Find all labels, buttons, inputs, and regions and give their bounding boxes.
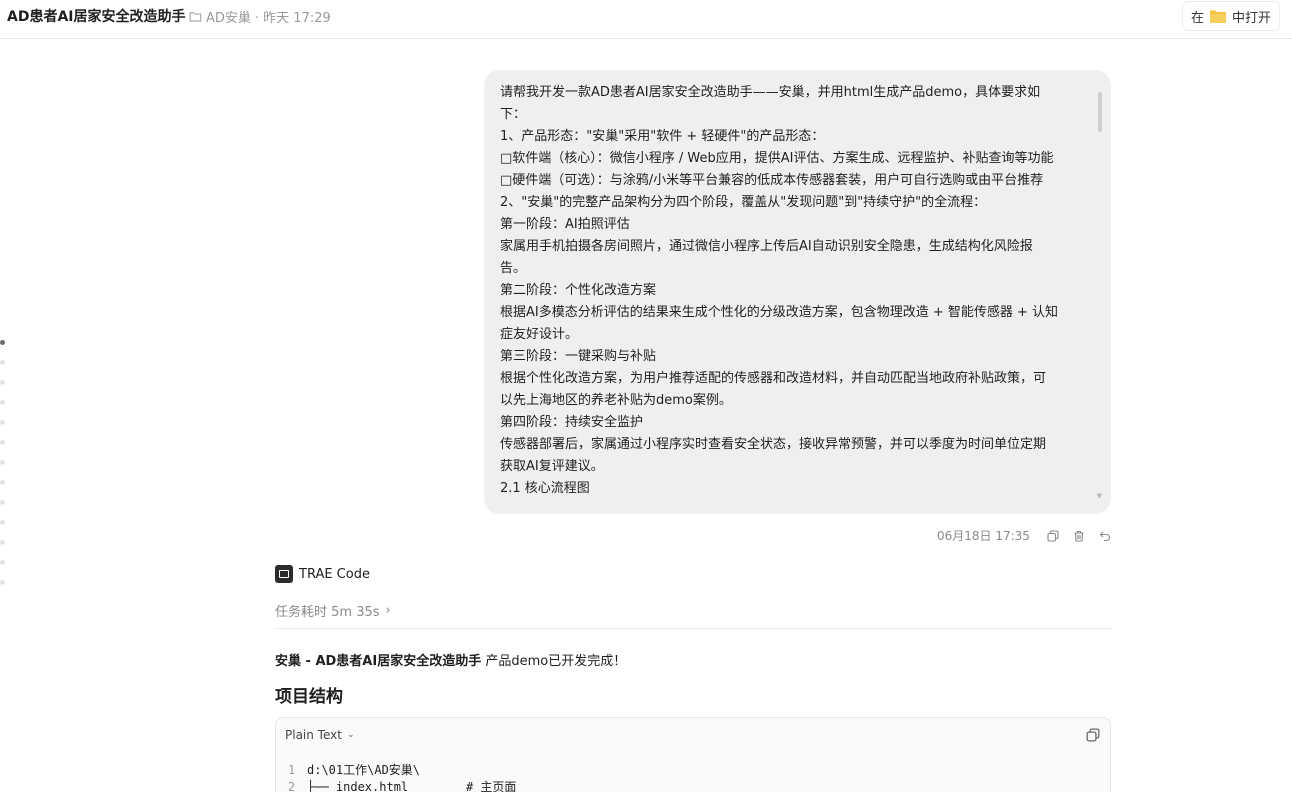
nav-dot[interactable] bbox=[0, 540, 5, 545]
nav-dot[interactable] bbox=[0, 420, 5, 425]
message-line: 获取AI复评建议。 bbox=[500, 459, 604, 474]
nav-dot[interactable] bbox=[0, 340, 5, 345]
nav-dot[interactable] bbox=[0, 440, 5, 445]
nav-dot[interactable] bbox=[0, 520, 5, 525]
chevron-right-icon: › bbox=[385, 603, 391, 618]
message-line: 传感器部署后，家属通过小程序实时查看安全状态，接收异常预警，并可以季度为时间单位… bbox=[500, 437, 1047, 452]
folder-name: AD安巢 bbox=[206, 11, 251, 26]
task-duration-toggle[interactable]: 任务耗时 5m 35s › bbox=[275, 601, 391, 620]
code-text: d:\01工作\AD安巢\ bbox=[307, 763, 421, 777]
folder-icon bbox=[1209, 10, 1226, 23]
task-duration: 任务耗时 5m 35s bbox=[275, 605, 380, 620]
nav-dot[interactable] bbox=[0, 380, 5, 385]
divider bbox=[275, 628, 1111, 629]
message-line: 告。 bbox=[500, 261, 527, 276]
section-heading: 项目结构 bbox=[275, 687, 343, 707]
message-line: 2、"安巢"的完整产品架构分为四个阶段，覆盖从"发现问题"到"持续守护"的全流程… bbox=[500, 195, 987, 210]
message-actions: 06月18日 17:35 bbox=[937, 527, 1112, 544]
code-block-header: Plain Text ⌄ bbox=[276, 718, 1110, 752]
folder-timestamp: · 昨天 17:29 bbox=[254, 11, 331, 26]
message-line: 请帮我开发一款AD患者AI居家安全改造助手——安巢，并用html生成产品demo… bbox=[500, 85, 1041, 100]
code-line: 2 ├── index.html # 主页面 bbox=[288, 779, 1110, 792]
message-line: □软件端（核心）：微信小程序 / Web应用，提供AI评估、方案生成、远程监护、… bbox=[500, 151, 1054, 166]
code-text: ├── index.html # 主页面 bbox=[307, 780, 517, 792]
message-line: 1、产品形态："安巢"采用"软件 + 轻硬件"的产品形态： bbox=[500, 129, 825, 144]
message-line: 症友好设计。 bbox=[500, 327, 579, 342]
line-number: 1 bbox=[288, 763, 296, 777]
code-language-select[interactable]: Plain Text ⌄ bbox=[285, 728, 355, 742]
completion-bold: 安巢 - AD患者AI居家安全改造助手 bbox=[275, 654, 482, 669]
message-line: 家属用手机拍摄各房间照片，通过微信小程序上传后AI自动识别安全隐患，生成结构化风… bbox=[500, 239, 1033, 254]
open-in-folder-button[interactable]: 在 中打开 bbox=[1181, 1, 1280, 31]
copy-icon[interactable] bbox=[1046, 529, 1060, 543]
message-line: 根据个性化改造方案，为用户推荐适配的传感器和改造材料，并自动匹配当地政府补贴政策… bbox=[500, 371, 1047, 386]
trash-icon[interactable] bbox=[1072, 529, 1086, 543]
nav-dot[interactable] bbox=[0, 460, 5, 465]
folder-meta: AD安巢 · 昨天 17:29 bbox=[189, 7, 331, 26]
code-line: 1 d:\01工作\AD安巢\ bbox=[288, 762, 1110, 779]
trae-logo-icon bbox=[275, 565, 293, 583]
message-line: □硬件端（可选）：与涂鸦/小米等平台兼容的低成本传感器套装，用户可自行选购或由平… bbox=[500, 173, 1044, 188]
nav-dot[interactable] bbox=[0, 560, 5, 565]
line-number: 2 bbox=[288, 780, 296, 792]
nav-dot[interactable] bbox=[0, 480, 5, 485]
message-time: 06月18日 17:35 bbox=[937, 529, 1030, 543]
message-line: 2.1 核心流程图 bbox=[500, 481, 590, 496]
chat-title: AD患者AI居家安全改造助手 bbox=[7, 9, 186, 25]
open-in-suffix: 中打开 bbox=[1231, 10, 1271, 26]
message-line: 根据AI多模态分析评估的结果来生成个性化的分级改造方案，包含物理改造 + 智能传… bbox=[500, 305, 1059, 320]
code-language: Plain Text bbox=[285, 728, 342, 742]
message-line: 以先上海地区的养老补贴为demo案例。 bbox=[500, 393, 732, 408]
copy-code-icon[interactable] bbox=[1086, 728, 1100, 742]
open-in-prefix: 在 bbox=[1190, 10, 1204, 26]
scroll-down-arrow-icon[interactable]: ▼ bbox=[1097, 492, 1102, 500]
message-line: 第一阶段：AI拍照评估 bbox=[500, 217, 630, 232]
nav-dot[interactable] bbox=[0, 500, 5, 505]
chevron-down-icon: ⌄ bbox=[346, 730, 355, 740]
assistant-name: TRAE Code bbox=[299, 566, 370, 582]
message-line: 第四阶段：持续安全监护 bbox=[500, 415, 644, 430]
completion-message: 安巢 - AD患者AI居家安全改造助手 产品demo已开发完成！ bbox=[275, 650, 626, 669]
nav-dot[interactable] bbox=[0, 360, 5, 365]
completion-text: 产品demo已开发完成！ bbox=[481, 654, 627, 669]
undo-icon[interactable] bbox=[1098, 529, 1112, 543]
message-line: 第三阶段：一键采购与补贴 bbox=[500, 349, 657, 364]
code-block: Plain Text ⌄ 1 d:\01工作\AD安巢\ 2 ├── index… bbox=[275, 717, 1111, 792]
bubble-scrollbar-thumb[interactable] bbox=[1098, 92, 1102, 132]
message-line: 下： bbox=[500, 107, 527, 122]
user-message-bubble[interactable]: 请帮我开发一款AD患者AI居家安全改造助手——安巢，并用html生成产品demo… bbox=[484, 70, 1111, 514]
assistant-header: TRAE Code bbox=[275, 565, 370, 583]
nav-dot[interactable] bbox=[0, 580, 5, 585]
top-bar: AD患者AI居家安全改造助手 AD安巢 · 昨天 17:29 在 中打开 bbox=[0, 0, 1292, 39]
message-line: 第二阶段：个性化改造方案 bbox=[500, 283, 657, 298]
nav-dot[interactable] bbox=[0, 400, 5, 405]
code-body[interactable]: 1 d:\01工作\AD安巢\ 2 ├── index.html # 主页面 bbox=[276, 752, 1110, 792]
folder-outline-icon bbox=[189, 12, 202, 22]
message-navigator bbox=[0, 340, 6, 600]
